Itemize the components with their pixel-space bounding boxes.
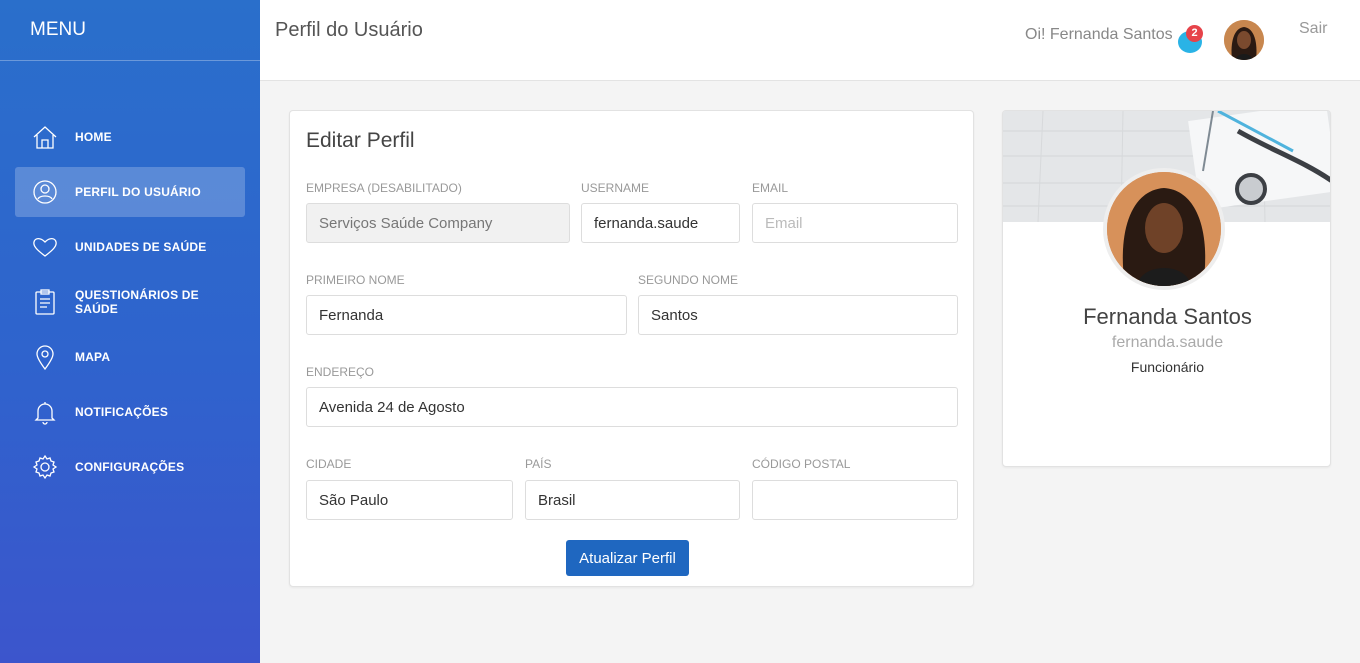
address-field[interactable]	[306, 387, 958, 427]
username-field[interactable]	[581, 203, 740, 243]
avatar[interactable]	[1224, 20, 1264, 60]
username-label: Username	[581, 181, 650, 195]
profile-username: fernanda.saude	[1111, 334, 1224, 351]
profile-card: Fernanda Santos fernanda.saude Funcionár…	[1002, 110, 1331, 467]
user-greeting: Oi! Fernanda Santos	[1025, 26, 1173, 43]
address-label: Endereço	[306, 365, 375, 379]
notification-button[interactable]: 2	[1176, 25, 1206, 53]
update-profile-button[interactable]: Atualizar Perfil	[566, 540, 689, 576]
sidebar-title: MENU	[0, 0, 260, 61]
country-field[interactable]	[525, 480, 740, 520]
country-label: País	[525, 457, 552, 471]
sidebar-item-health-questionnaires[interactable]: QUESTIONÁRIOS DE SAÚDE	[15, 277, 245, 327]
sidebar-item-label: QUESTIONÁRIOS DE SAÚDE	[75, 288, 199, 316]
edit-profile-card: Editar Perfil Empresa (desabilitado) Use…	[289, 110, 974, 587]
last-name-field[interactable]	[638, 295, 958, 335]
heart-icon	[31, 233, 59, 261]
profile-avatar	[1103, 168, 1225, 290]
sidebar-item-label: PERFIL DO USUÁRIO	[75, 185, 201, 199]
sidebar-item-map[interactable]: MAPA	[15, 332, 245, 382]
first-name-label: Primeiro Nome	[306, 273, 405, 287]
profile-role: Funcionário	[1130, 359, 1205, 375]
sidebar-item-label: UNIDADES DE SAÚDE	[75, 240, 207, 254]
city-label: Cidade	[306, 457, 352, 471]
profile-name: Fernanda Santos	[1083, 304, 1252, 329]
sidebar: MENU HOME PERFIL DO USUÁRIO UNIDADES DE …	[0, 0, 260, 663]
sidebar-item-notifications[interactable]: NOTIFICAÇÕES	[15, 387, 245, 437]
user-icon	[31, 178, 59, 206]
sidebar-item-label: NOTIFICAÇÕES	[75, 405, 169, 419]
postal-code-field[interactable]	[752, 480, 958, 520]
last-name-label: Segundo Nome	[638, 273, 739, 287]
company-label: Empresa (desabilitado)	[306, 181, 462, 195]
sidebar-item-home[interactable]: HOME	[15, 112, 245, 162]
sidebar-nav: HOME PERFIL DO USUÁRIO UNIDADES DE SAÚDE…	[15, 112, 245, 497]
gear-icon	[31, 453, 59, 481]
page-title: Perfil do Usuário	[275, 19, 423, 41]
edit-profile-title: Editar Perfil	[306, 129, 415, 152]
first-name-field[interactable]	[306, 295, 627, 335]
company-field	[306, 203, 570, 243]
sidebar-item-label: CONFIGURAÇÕES	[75, 460, 185, 474]
sidebar-item-settings[interactable]: CONFIGURAÇÕES	[15, 442, 245, 492]
postal-code-label: Código Postal	[752, 457, 851, 471]
sidebar-item-user-profile[interactable]: PERFIL DO USUÁRIO	[15, 167, 245, 217]
map-pin-icon	[31, 343, 59, 371]
top-header: Perfil do Usuário Oi! Fernanda Santos 2 …	[260, 0, 1360, 81]
clipboard-icon	[31, 288, 59, 316]
home-icon	[31, 123, 59, 151]
logout-link[interactable]: Sair	[1299, 20, 1327, 38]
email-field[interactable]	[752, 203, 958, 243]
email-label: Email	[752, 181, 789, 195]
city-field[interactable]	[306, 480, 513, 520]
sidebar-item-label: MAPA	[75, 350, 111, 364]
notification-badge: 2	[1186, 25, 1203, 42]
sidebar-item-label: HOME	[75, 130, 112, 144]
sidebar-item-health-units[interactable]: UNIDADES DE SAÚDE	[15, 222, 245, 272]
bell-icon	[31, 398, 59, 426]
